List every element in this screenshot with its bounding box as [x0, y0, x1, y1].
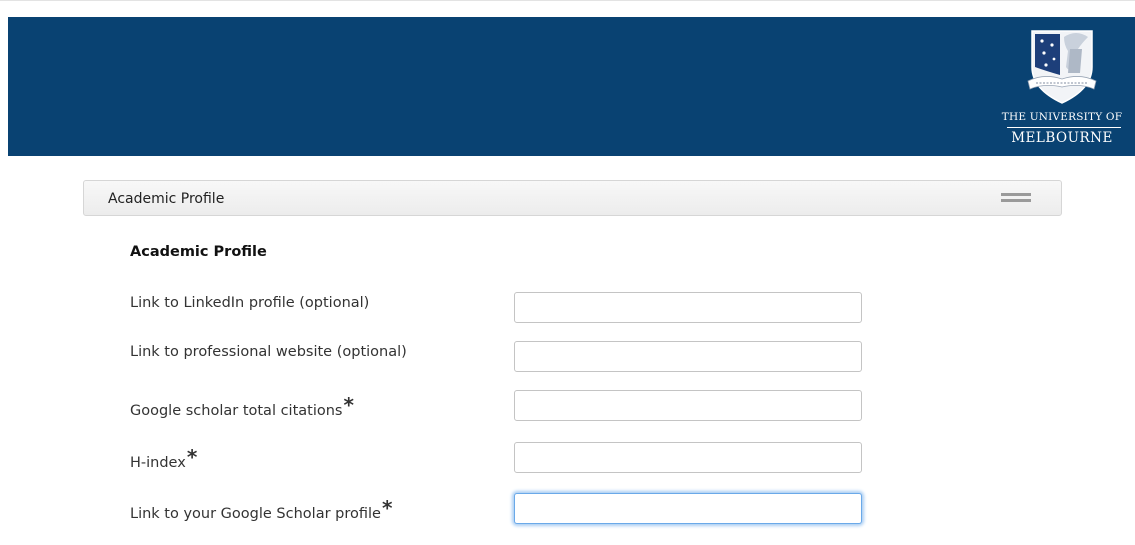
logo-line-2: MELBOURNE — [1011, 130, 1113, 146]
scholar-profile-input[interactable] — [514, 493, 862, 524]
linkedin-label: Link to LinkedIn profile (optional) — [130, 295, 369, 311]
citations-label: Google scholar total citations* — [130, 393, 354, 420]
linkedin-label-text: Link to LinkedIn profile (optional) — [130, 295, 370, 311]
website-input[interactable] — [514, 341, 862, 372]
university-crest-icon — [1027, 30, 1097, 104]
scholar-profile-label: Link to your Google Scholar profile* — [130, 496, 393, 523]
logo-divider — [1007, 127, 1121, 128]
header-banner: THE UNIVERSITY OF MELBOURNE — [8, 17, 1135, 156]
form-heading: Academic Profile — [130, 244, 267, 260]
top-divider — [0, 0, 1135, 1]
section-bar-title: Academic Profile — [108, 191, 225, 207]
h-index-label: H-index* — [130, 445, 198, 472]
required-marker: * — [186, 445, 198, 469]
menu-bar — [1001, 199, 1031, 202]
h-index-label-text: H-index — [130, 455, 186, 471]
linkedin-input[interactable] — [514, 292, 862, 323]
website-label: Link to professional website (optional) — [130, 344, 407, 360]
website-label-text: Link to professional website (optional) — [130, 344, 407, 360]
scholar-profile-label-text: Link to your Google Scholar profile — [130, 506, 381, 522]
menu-bar — [1001, 193, 1031, 196]
required-marker: * — [343, 393, 354, 417]
university-logo[interactable]: THE UNIVERSITY OF MELBOURNE — [993, 17, 1131, 156]
h-index-input[interactable] — [514, 442, 862, 473]
citations-label-text: Google scholar total citations — [130, 403, 343, 419]
logo-line-1: THE UNIVERSITY OF — [1001, 111, 1123, 123]
required-marker: * — [381, 496, 393, 520]
section-bar[interactable]: Academic Profile — [83, 180, 1062, 216]
citations-input[interactable] — [514, 390, 862, 421]
hamburger-menu-icon[interactable] — [1001, 192, 1031, 204]
